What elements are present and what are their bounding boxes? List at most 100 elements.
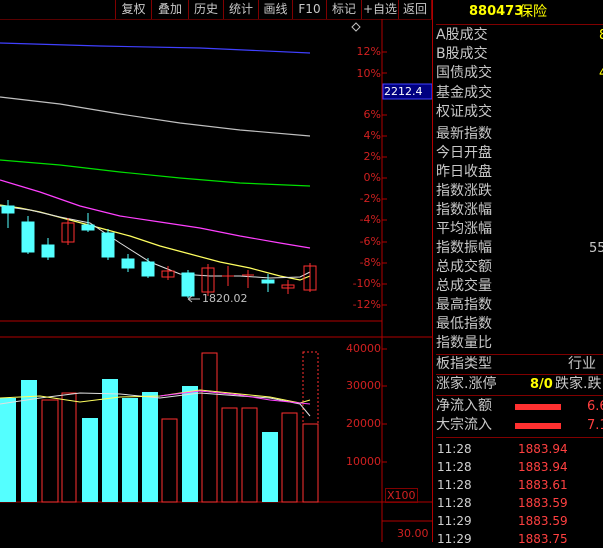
tick-time: 11:29 <box>437 532 472 546</box>
axis-tick: -12% <box>352 298 381 311</box>
tick-row: 11:29 1883.75 <box>436 530 601 548</box>
row-label: 最低指数 <box>436 316 492 332</box>
axis-tick: 4% <box>363 129 381 142</box>
row-label: B股成交 <box>436 46 488 62</box>
board-type-label: 板指类型 <box>436 356 492 372</box>
tick-time: 11:28 <box>437 478 472 492</box>
up-count-value: 8/0 <box>530 377 553 392</box>
tick-row: 11:28 1883.94 <box>436 458 601 476</box>
add-watchlist-button[interactable]: +自选 <box>361 0 398 19</box>
tick-time: 11:28 <box>437 460 472 474</box>
up-count-label: 涨家.涨停 <box>436 376 497 392</box>
axis-tick: -2% <box>359 192 381 205</box>
a-share-value: 8 <box>599 26 603 45</box>
axis-tick: 12% <box>356 45 381 58</box>
row-label: 国债成交 <box>436 65 492 81</box>
bond-value: 4 <box>599 64 603 83</box>
row-label: 指数涨跌 <box>436 183 492 199</box>
tick-row: 11:28 1883.94 <box>436 440 601 458</box>
back-button[interactable]: 返回 <box>398 0 432 19</box>
candle <box>261 274 275 292</box>
vol-tick: 30000 <box>346 379 381 392</box>
restore-right-button[interactable]: 复权 <box>115 0 151 19</box>
candle <box>161 266 175 280</box>
index-code: 880473 <box>469 4 524 19</box>
amplitude-value: 55 <box>589 241 603 256</box>
row-label: 权证成交 <box>436 104 492 120</box>
net-inflow-bar <box>515 404 561 410</box>
statistics-button[interactable]: 统计 <box>223 0 258 19</box>
divider <box>436 437 603 438</box>
candle <box>242 270 254 288</box>
vol-tick: 20000 <box>346 417 381 430</box>
diamond-icon <box>351 22 361 32</box>
quote-side-panel: 880473 保险 A股成交 B股成交 国债成交 基金成交 权证成交 最新指数 … <box>432 0 603 546</box>
candle <box>141 258 155 278</box>
ma-white-short-line <box>0 205 311 279</box>
vol-tick: 40000 <box>346 342 381 355</box>
toolbar: 复权 叠加 历史 统计 画线 F10 标记 +自选 返回 <box>0 0 432 19</box>
axis-tick: -6% <box>359 235 381 248</box>
candle <box>81 213 95 232</box>
row-label: A股成交 <box>436 27 488 43</box>
tick-price: 1883.94 <box>518 442 568 456</box>
candle <box>181 270 195 298</box>
candle <box>101 229 115 260</box>
axis-tick: -8% <box>359 256 381 269</box>
board-type-value: 行业 <box>568 356 596 372</box>
f10-button[interactable]: F10 <box>292 0 326 19</box>
candle <box>21 216 35 254</box>
tick-price: 1883.59 <box>518 496 568 510</box>
axis-tick: 2% <box>363 150 381 163</box>
row-label: 最高指数 <box>436 297 492 313</box>
tick-row: 11:28 1883.61 <box>436 476 601 494</box>
tick-time: 11:28 <box>437 442 472 456</box>
vol-tick: 10000 <box>346 455 381 468</box>
ma-white-line <box>0 96 311 137</box>
axis-tick: -10% <box>352 277 381 290</box>
indicator-value: 30.00 <box>397 527 429 540</box>
current-price-label: 2212.4 <box>384 85 423 98</box>
history-button[interactable]: 历史 <box>188 0 223 19</box>
block-inflow-label: 大宗流入 <box>436 417 492 433</box>
candle <box>222 266 234 286</box>
tick-row: 11:29 1883.59 <box>436 512 601 530</box>
row-label: 指数涨幅 <box>436 202 492 218</box>
low-price-label: 1820.02 <box>202 292 248 305</box>
side-title: 880473 保险 <box>433 0 603 22</box>
axis-tick: 6% <box>363 108 381 121</box>
row-label: 指数振幅 <box>436 240 492 256</box>
candle <box>121 254 135 272</box>
row-label: 基金成交 <box>436 85 492 101</box>
ma-blue-line <box>0 42 311 54</box>
net-inflow-value: 6.6 <box>587 399 603 414</box>
candle <box>281 280 295 294</box>
draw-line-button[interactable]: 画线 <box>258 0 292 19</box>
tick-price: 1883.61 <box>518 478 568 492</box>
volume-bars <box>0 351 319 503</box>
tick-price: 1883.75 <box>518 532 568 546</box>
block-inflow-value: 7.1 <box>587 418 603 433</box>
axis-tick: -4% <box>359 213 381 226</box>
divider <box>436 395 603 396</box>
row-label: 指数量比 <box>436 335 492 351</box>
overlay-button[interactable]: 叠加 <box>151 0 188 19</box>
mark-button[interactable]: 标记 <box>326 0 361 19</box>
tick-time: 11:28 <box>437 496 472 510</box>
candle <box>1 200 15 228</box>
row-label: 总成交量 <box>436 278 492 294</box>
tick-price: 1883.59 <box>518 514 568 528</box>
tick-time: 11:29 <box>437 514 472 528</box>
row-label: 总成交额 <box>436 259 492 275</box>
candle <box>61 218 75 245</box>
axis-tick: 0% <box>363 171 381 184</box>
tick-row: 11:28 1883.59 <box>436 494 601 512</box>
tick-price: 1883.94 <box>518 460 568 474</box>
row-label: 昨日收盘 <box>436 164 492 180</box>
ma-yellow-line <box>0 204 311 281</box>
row-label: 最新指数 <box>436 126 492 142</box>
ma-green-line <box>0 159 311 187</box>
divider <box>436 24 603 25</box>
volume-multiplier: X100 <box>385 488 418 503</box>
row-label: 今日开盘 <box>436 145 492 161</box>
